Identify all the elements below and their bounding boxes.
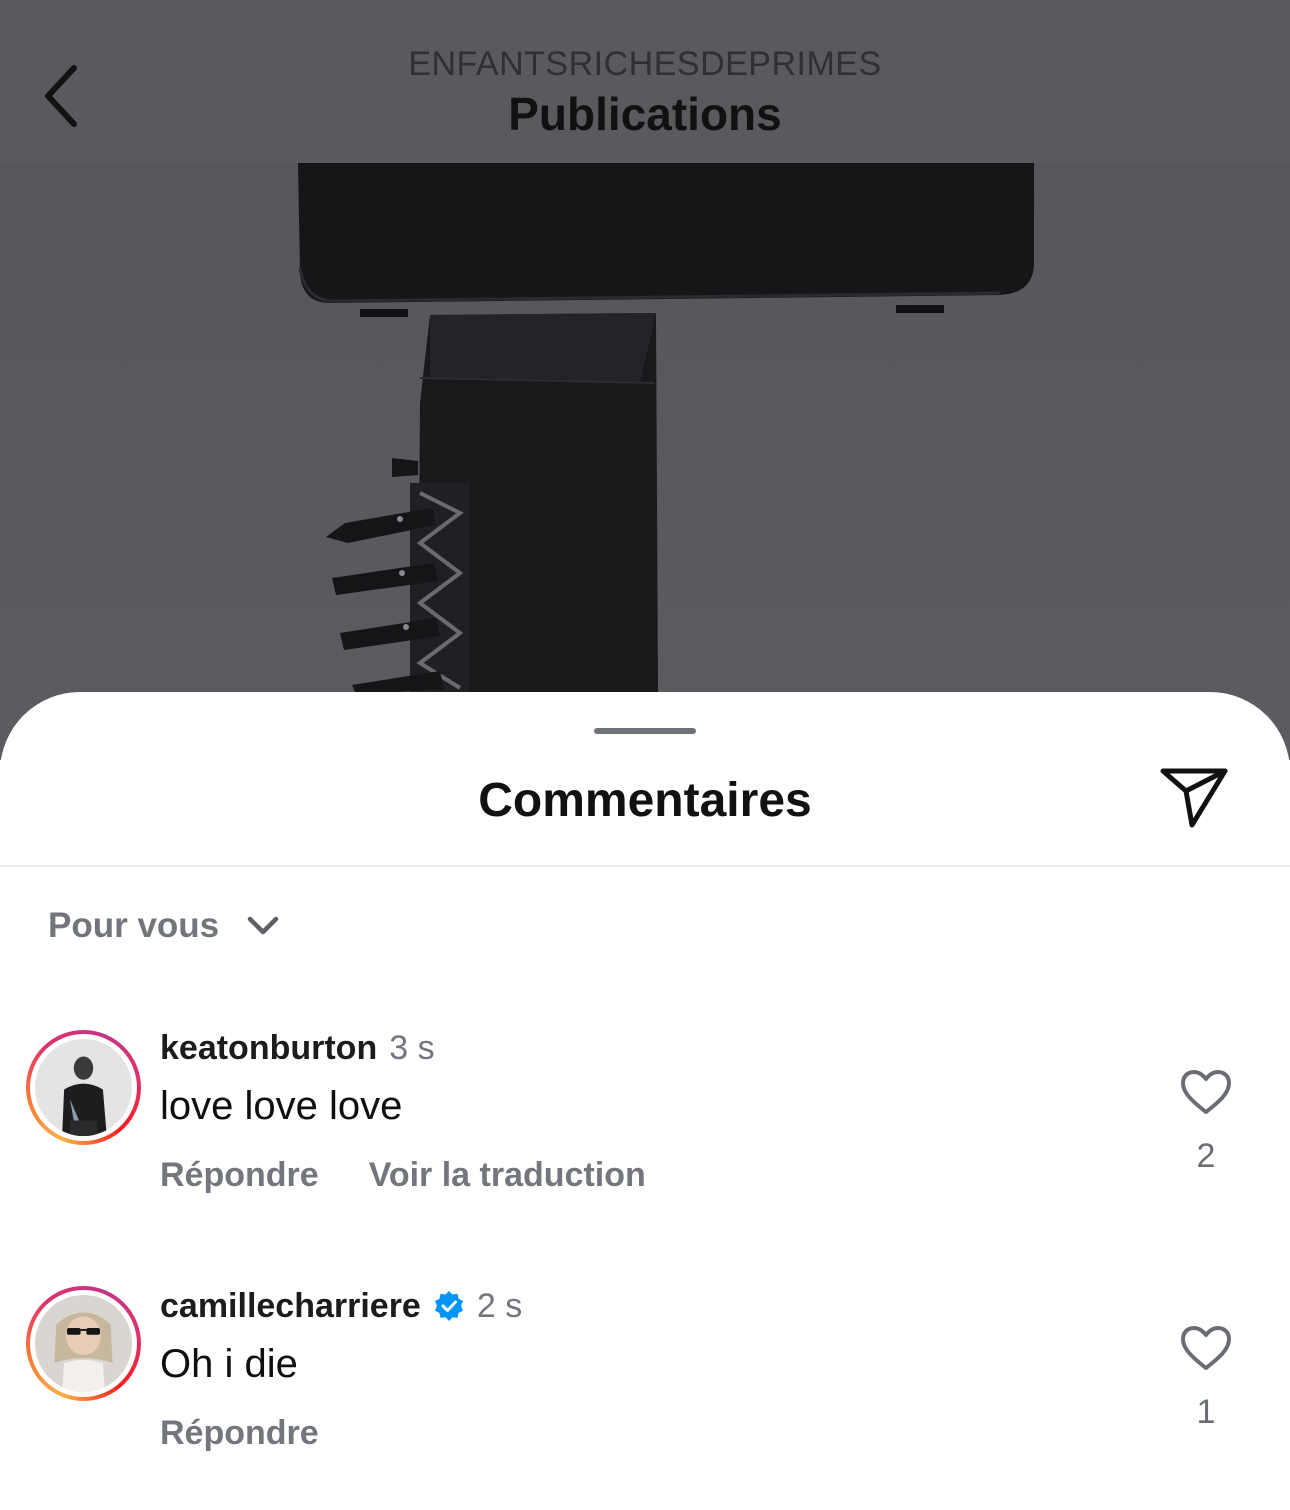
comment-actions: Répondre [160,1411,369,1455]
reply-button[interactable]: Répondre [160,1153,319,1197]
verified-badge-icon [433,1290,465,1322]
comment-time: 2 s [476,1287,523,1325]
paper-plane-icon [1160,768,1228,828]
top-navigation-bar: ENFANTSRICHESDEPRIMES Publications [0,0,1290,163]
like-count: 2 [1196,1137,1216,1175]
comment-item: keatonburton 3 s love love love Répondre… [0,1022,1290,1222]
like-count: 1 [1196,1393,1216,1431]
post-background: ENFANTSRICHESDEPRIMES Publications [0,0,1290,760]
comment-time: 3 s [389,1029,435,1067]
sheet-divider [0,865,1290,867]
post-photo [0,163,1290,760]
nav-titles: ENFANTSRICHESDEPRIMES Publications [0,42,1290,142]
profile-photo [35,1295,132,1392]
heart-icon [1181,1070,1231,1114]
avatar[interactable] [26,1030,141,1145]
sheet-grab-handle[interactable] [594,728,696,734]
like-button[interactable] [1176,1064,1236,1120]
see-translation-button[interactable]: Voir la traduction [369,1153,646,1197]
account-username[interactable]: ENFANTSRICHESDEPRIMES [0,42,1290,86]
boot-bag-illustration [298,163,1034,695]
comment-item: camillecharriere 2 s Oh i die Répondre 1 [0,1280,1290,1480]
sort-label: Pour vous [48,906,220,945]
share-button[interactable] [1156,764,1232,832]
comment-header: keatonburton 3 s [160,1026,435,1070]
comment-text: Oh i die [160,1342,298,1386]
heart-icon [1181,1326,1231,1370]
comment-username[interactable]: keatonburton [160,1026,377,1070]
comment-header: camillecharriere 2 s [160,1284,522,1328]
sheet-title: Commentaires [478,774,812,827]
reply-button[interactable]: Répondre [160,1411,319,1455]
chevron-down-icon [247,916,279,936]
profile-photo [35,1039,132,1136]
comment-username[interactable]: camillecharriere [160,1284,421,1328]
sort-dropdown[interactable]: Pour vous [48,898,279,954]
comment-text: love love love [160,1084,403,1128]
avatar[interactable] [26,1286,141,1401]
comments-sheet: Commentaires Pour vous keatonburton 3 s … [0,692,1290,1510]
like-button[interactable] [1176,1320,1236,1376]
comment-actions: Répondre Voir la traduction [160,1153,696,1197]
page-title: Publications [508,88,782,140]
